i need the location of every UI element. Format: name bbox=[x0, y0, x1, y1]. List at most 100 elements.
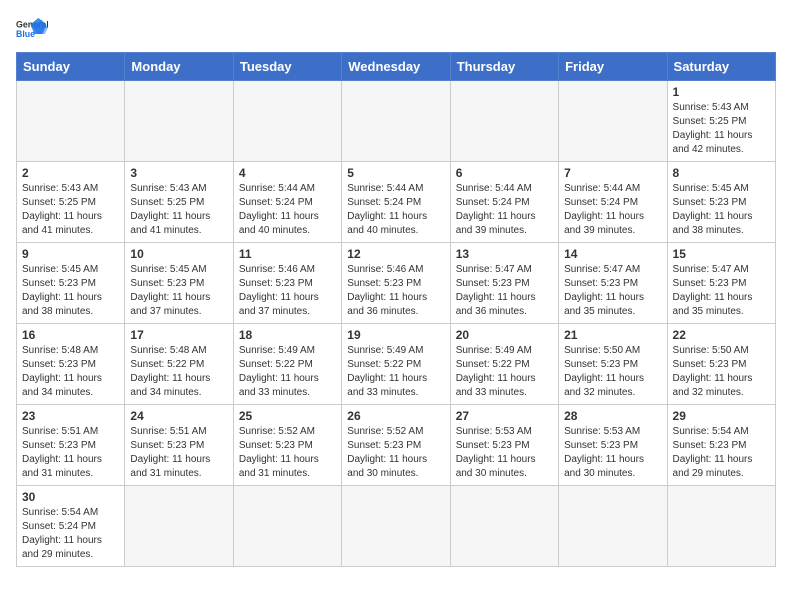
calendar-cell: 17 Sunrise: 5:48 AM Sunset: 5:22 PM Dayli… bbox=[125, 324, 233, 405]
day-info: Sunrise: 5:45 AM Sunset: 5:23 PM Dayligh… bbox=[130, 263, 227, 319]
day-info: Sunrise: 5:45 AM Sunset: 5:23 PM Dayligh… bbox=[673, 182, 770, 238]
calendar-cell: 25 Sunrise: 5:52 AM Sunset: 5:23 PM Dayli… bbox=[233, 405, 341, 486]
calendar-cell: 2 Sunrise: 5:43 AM Sunset: 5:25 PM Daylig… bbox=[17, 162, 125, 243]
calendar-cell: 9 Sunrise: 5:45 AM Sunset: 5:23 PM Daylig… bbox=[17, 243, 125, 324]
logo-svg: General Blue bbox=[16, 16, 48, 44]
day-number: 10 bbox=[130, 247, 227, 261]
day-number: 16 bbox=[22, 328, 119, 342]
calendar-cell: 16Sunrise: 5:48 AM Sunset: 5:23 PM Dayli… bbox=[17, 324, 125, 405]
day-number: 29 bbox=[673, 409, 770, 423]
calendar-cell bbox=[450, 486, 558, 567]
day-number: 11 bbox=[239, 247, 336, 261]
calendar-cell bbox=[125, 81, 233, 162]
calendar-cell bbox=[17, 81, 125, 162]
calendar-week-0: 1 Sunrise: 5:43 AM Sunset: 5:25 PM Daylig… bbox=[17, 81, 776, 162]
calendar-cell: 13 Sunrise: 5:47 AM Sunset: 5:23 PM Dayli… bbox=[450, 243, 558, 324]
calendar-cell bbox=[450, 81, 558, 162]
calendar-cell: 11Sunrise: 5:46 AM Sunset: 5:23 PM Dayli… bbox=[233, 243, 341, 324]
day-number: 17 bbox=[130, 328, 227, 342]
day-number: 30 bbox=[22, 490, 119, 504]
day-info: Sunrise: 5:49 AM Sunset: 5:22 PM Dayligh… bbox=[456, 344, 553, 400]
calendar-week-4: 23 Sunrise: 5:51 AM Sunset: 5:23 PM Dayli… bbox=[17, 405, 776, 486]
day-number: 25 bbox=[239, 409, 336, 423]
day-info: Sunrise: 5:52 AM Sunset: 5:23 PM Dayligh… bbox=[239, 425, 336, 481]
day-number: 24 bbox=[130, 409, 227, 423]
day-info: Sunrise: 5:49 AM Sunset: 5:22 PM Dayligh… bbox=[347, 344, 444, 400]
day-number: 5 bbox=[347, 166, 444, 180]
calendar-cell bbox=[125, 486, 233, 567]
calendar-week-1: 2 Sunrise: 5:43 AM Sunset: 5:25 PM Daylig… bbox=[17, 162, 776, 243]
header-sunday: Sunday bbox=[17, 53, 125, 81]
day-number: 8 bbox=[673, 166, 770, 180]
header-thursday: Thursday bbox=[450, 53, 558, 81]
calendar-cell: 12Sunrise: 5:46 AM Sunset: 5:23 PM Dayli… bbox=[342, 243, 450, 324]
calendar-week-5: 30 Sunrise: 5:54 AM Sunset: 5:24 PM Dayli… bbox=[17, 486, 776, 567]
day-number: 9 bbox=[22, 247, 119, 261]
calendar-cell: 18Sunrise: 5:49 AM Sunset: 5:22 PM Dayli… bbox=[233, 324, 341, 405]
calendar-cell: 1 Sunrise: 5:43 AM Sunset: 5:25 PM Daylig… bbox=[667, 81, 775, 162]
calendar: SundayMondayTuesdayWednesdayThursdayFrid… bbox=[16, 52, 776, 567]
day-number: 28 bbox=[564, 409, 661, 423]
day-info: Sunrise: 5:46 AM Sunset: 5:23 PM Dayligh… bbox=[347, 263, 444, 319]
day-info: Sunrise: 5:47 AM Sunset: 5:23 PM Dayligh… bbox=[456, 263, 553, 319]
day-number: 3 bbox=[130, 166, 227, 180]
day-number: 13 bbox=[456, 247, 553, 261]
day-info: Sunrise: 5:53 AM Sunset: 5:23 PM Dayligh… bbox=[456, 425, 553, 481]
day-number: 2 bbox=[22, 166, 119, 180]
header-saturday: Saturday bbox=[667, 53, 775, 81]
day-number: 22 bbox=[673, 328, 770, 342]
calendar-cell: 3Sunrise: 5:43 AM Sunset: 5:25 PM Daylig… bbox=[125, 162, 233, 243]
calendar-cell bbox=[342, 81, 450, 162]
calendar-cell: 6Sunrise: 5:44 AM Sunset: 5:24 PM Daylig… bbox=[450, 162, 558, 243]
calendar-cell bbox=[667, 486, 775, 567]
day-info: Sunrise: 5:43 AM Sunset: 5:25 PM Dayligh… bbox=[673, 101, 770, 157]
calendar-cell bbox=[559, 81, 667, 162]
calendar-cell: 14Sunrise: 5:47 AM Sunset: 5:23 PM Dayli… bbox=[559, 243, 667, 324]
calendar-cell: 26Sunrise: 5:52 AM Sunset: 5:23 PM Dayli… bbox=[342, 405, 450, 486]
day-number: 7 bbox=[564, 166, 661, 180]
day-number: 23 bbox=[22, 409, 119, 423]
calendar-cell: 30 Sunrise: 5:54 AM Sunset: 5:24 PM Dayli… bbox=[17, 486, 125, 567]
calendar-cell bbox=[233, 486, 341, 567]
calendar-cell: 27 Sunrise: 5:53 AM Sunset: 5:23 PM Dayli… bbox=[450, 405, 558, 486]
day-info: Sunrise: 5:53 AM Sunset: 5:23 PM Dayligh… bbox=[564, 425, 661, 481]
day-number: 18 bbox=[239, 328, 336, 342]
day-info: Sunrise: 5:44 AM Sunset: 5:24 PM Dayligh… bbox=[239, 182, 336, 238]
day-number: 27 bbox=[456, 409, 553, 423]
day-number: 21 bbox=[564, 328, 661, 342]
calendar-cell: 20Sunrise: 5:49 AM Sunset: 5:22 PM Dayli… bbox=[450, 324, 558, 405]
header-monday: Monday bbox=[125, 53, 233, 81]
day-info: Sunrise: 5:54 AM Sunset: 5:24 PM Dayligh… bbox=[22, 506, 119, 562]
calendar-cell: 4 Sunrise: 5:44 AM Sunset: 5:24 PM Daylig… bbox=[233, 162, 341, 243]
calendar-cell: 5 Sunrise: 5:44 AM Sunset: 5:24 PM Daylig… bbox=[342, 162, 450, 243]
calendar-cell bbox=[233, 81, 341, 162]
day-info: Sunrise: 5:51 AM Sunset: 5:23 PM Dayligh… bbox=[22, 425, 119, 481]
day-number: 1 bbox=[673, 85, 770, 99]
day-info: Sunrise: 5:50 AM Sunset: 5:23 PM Dayligh… bbox=[564, 344, 661, 400]
calendar-cell: 23 Sunrise: 5:51 AM Sunset: 5:23 PM Dayli… bbox=[17, 405, 125, 486]
calendar-cell bbox=[342, 486, 450, 567]
calendar-cell: 8 Sunrise: 5:45 AM Sunset: 5:23 PM Daylig… bbox=[667, 162, 775, 243]
day-info: Sunrise: 5:48 AM Sunset: 5:22 PM Dayligh… bbox=[130, 344, 227, 400]
day-number: 15 bbox=[673, 247, 770, 261]
day-info: Sunrise: 5:43 AM Sunset: 5:25 PM Dayligh… bbox=[22, 182, 119, 238]
day-info: Sunrise: 5:51 AM Sunset: 5:23 PM Dayligh… bbox=[130, 425, 227, 481]
day-info: Sunrise: 5:44 AM Sunset: 5:24 PM Dayligh… bbox=[347, 182, 444, 238]
day-number: 14 bbox=[564, 247, 661, 261]
calendar-cell: 29Sunrise: 5:54 AM Sunset: 5:23 PM Dayli… bbox=[667, 405, 775, 486]
day-info: Sunrise: 5:44 AM Sunset: 5:24 PM Dayligh… bbox=[456, 182, 553, 238]
logo: General Blue bbox=[16, 16, 32, 44]
day-info: Sunrise: 5:45 AM Sunset: 5:23 PM Dayligh… bbox=[22, 263, 119, 319]
header-wednesday: Wednesday bbox=[342, 53, 450, 81]
day-number: 4 bbox=[239, 166, 336, 180]
calendar-cell: 21 Sunrise: 5:50 AM Sunset: 5:23 PM Dayli… bbox=[559, 324, 667, 405]
header-friday: Friday bbox=[559, 53, 667, 81]
day-info: Sunrise: 5:50 AM Sunset: 5:23 PM Dayligh… bbox=[673, 344, 770, 400]
header: General Blue bbox=[16, 16, 776, 44]
day-info: Sunrise: 5:47 AM Sunset: 5:23 PM Dayligh… bbox=[673, 263, 770, 319]
day-number: 26 bbox=[347, 409, 444, 423]
calendar-cell: 7Sunrise: 5:44 AM Sunset: 5:24 PM Daylig… bbox=[559, 162, 667, 243]
calendar-cell: 15 Sunrise: 5:47 AM Sunset: 5:23 PM Dayli… bbox=[667, 243, 775, 324]
calendar-cell: 10 Sunrise: 5:45 AM Sunset: 5:23 PM Dayli… bbox=[125, 243, 233, 324]
day-number: 19 bbox=[347, 328, 444, 342]
